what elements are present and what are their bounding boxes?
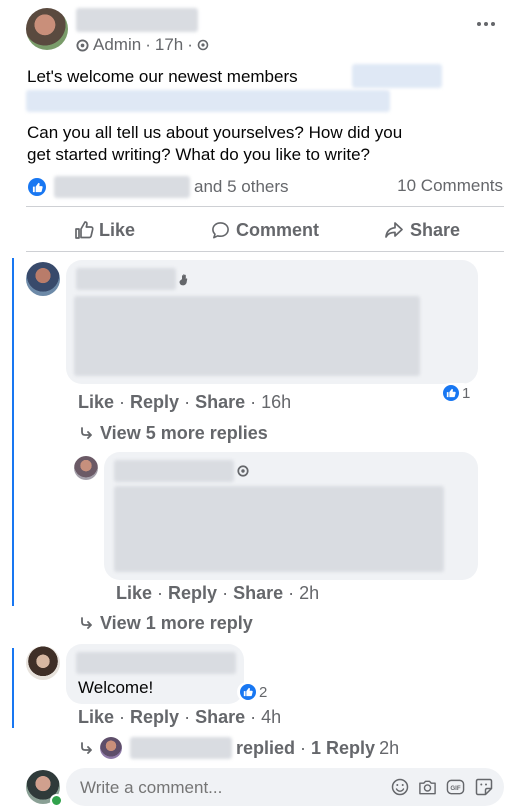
reactions-others[interactable]: and 5 others	[194, 177, 289, 197]
reply-count: 1 Reply	[311, 737, 376, 758]
reply-arrow-icon	[80, 742, 94, 754]
post-meta: Admin · 17h ·	[76, 34, 209, 56]
comment-reply-button[interactable]: Reply	[130, 392, 179, 413]
replier-avatar	[100, 737, 122, 759]
reply-text	[114, 486, 444, 572]
comment-like-button[interactable]: Like	[78, 392, 114, 413]
reply-actions: Like · Reply · Share · 2h	[116, 582, 320, 604]
reply-bubble	[104, 452, 478, 580]
comment-actions: Like · Reply · Share · 4h	[78, 706, 282, 728]
reaction-count: 1	[462, 384, 471, 402]
comment-input[interactable]	[78, 772, 382, 804]
emoji-icon[interactable]	[391, 778, 409, 796]
comment-share-button[interactable]: Share	[195, 707, 245, 728]
reply-latest-time: 2h	[379, 737, 400, 758]
svg-text:GIF: GIF	[450, 785, 460, 792]
comment-reply-button[interactable]: Reply	[130, 707, 179, 728]
member-mentions-line2[interactable]	[26, 90, 390, 112]
comment-reactions[interactable]: 1	[440, 383, 474, 403]
thumbs-up-icon	[74, 220, 94, 240]
replied-label: replied	[236, 737, 296, 758]
comment-bubble: Welcome!	[66, 644, 244, 704]
comment-like-button[interactable]: Like	[78, 707, 114, 728]
comment-author-avatar[interactable]	[26, 262, 60, 296]
view-more-replies[interactable]: View 1 more reply	[80, 612, 253, 634]
comment-time[interactable]: 4h	[261, 707, 281, 728]
admin-shield-icon	[76, 38, 89, 52]
admin-shield-icon	[237, 465, 249, 477]
waving-hand-icon	[178, 274, 190, 286]
camera-icon[interactable]	[418, 778, 437, 796]
member-mentions[interactable]	[352, 64, 442, 88]
share-arrow-icon	[384, 221, 404, 239]
reply-time[interactable]: 2h	[299, 583, 319, 604]
reactor-names[interactable]	[54, 176, 190, 198]
divider	[26, 251, 504, 252]
more-options-icon[interactable]	[474, 12, 498, 36]
like-reaction-icon	[28, 178, 46, 196]
reactions-summary[interactable]: and 5 others	[28, 175, 289, 199]
sticker-icon[interactable]	[475, 778, 493, 796]
post-like-button[interactable]: Like	[74, 218, 135, 242]
comment-bubble	[66, 260, 478, 384]
comment-bubble-icon	[211, 221, 230, 240]
online-status-dot	[50, 794, 63, 807]
admin-label: Admin	[93, 35, 142, 54]
post-time[interactable]: 17h	[155, 35, 183, 55]
comment-author-avatar[interactable]	[26, 646, 60, 680]
gif-icon[interactable]: GIF	[446, 778, 465, 796]
divider	[26, 206, 504, 207]
comment-text	[74, 296, 420, 376]
like-reaction-icon	[443, 385, 459, 401]
comments-count[interactable]: 10 Comments	[397, 176, 503, 196]
comment-composer[interactable]: GIF	[66, 768, 504, 806]
comment-text: Welcome!	[78, 678, 154, 697]
thread-line	[12, 258, 14, 606]
post-author-name[interactable]	[76, 8, 198, 32]
post-author-avatar[interactable]	[26, 8, 68, 50]
like-reaction-icon	[240, 684, 256, 700]
reply-arrow-icon	[80, 427, 94, 439]
comment-actions: Like · Reply · Share · 16h	[78, 391, 292, 413]
comment-time[interactable]: 16h	[261, 392, 291, 413]
comment-reactions[interactable]: 2	[237, 682, 271, 702]
reply-like-button[interactable]: Like	[116, 583, 152, 604]
post-share-button[interactable]: Share	[384, 218, 460, 242]
comment-author-name[interactable]	[76, 268, 176, 290]
reply-share-button[interactable]: Share	[233, 583, 283, 604]
reaction-count: 2	[259, 683, 268, 701]
replier-name	[130, 737, 232, 759]
post-comment-button[interactable]: Comment	[211, 218, 319, 242]
audience-globe-icon	[197, 39, 209, 51]
reply-author-name[interactable]	[114, 460, 234, 482]
comment-author-name[interactable]	[76, 652, 236, 674]
comment-share-button[interactable]: Share	[195, 392, 245, 413]
thread-line	[12, 648, 14, 728]
post-text-line1: Let's welcome our newest members	[27, 67, 298, 86]
reply-author-avatar[interactable]	[74, 456, 98, 480]
reply-reply-button[interactable]: Reply	[168, 583, 217, 604]
post-text-question: Can you all tell us about yourselves? Ho…	[27, 123, 403, 164]
replies-summary[interactable]: replied · 1 Reply 2h	[80, 736, 399, 760]
reply-arrow-icon	[80, 617, 94, 629]
view-more-replies[interactable]: View 5 more replies	[80, 422, 268, 444]
